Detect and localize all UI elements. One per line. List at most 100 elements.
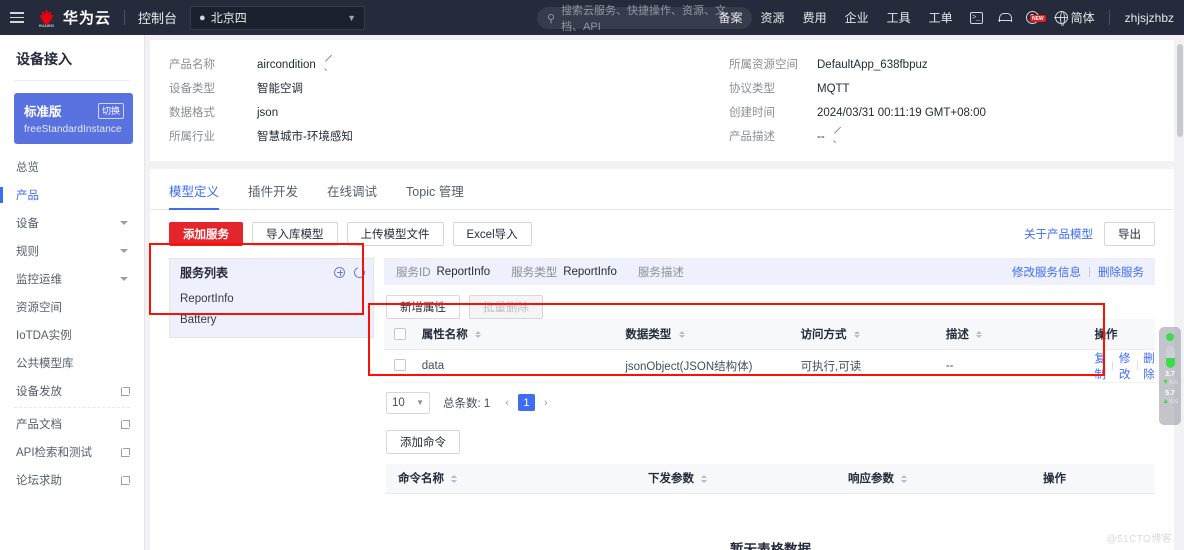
upload-model-file-button[interactable]: 上传模型文件 [347,222,444,246]
page-size-select[interactable]: 10 ▼ [386,392,430,414]
service-type-label: 服务类型 [511,264,557,280]
column-access-mode[interactable]: 访问方式 [789,319,934,349]
service-id-value: ReportInfo [437,266,491,278]
sidebar-item-label: 规则 [16,243,120,259]
sort-icon[interactable] [901,475,907,483]
page-number-1[interactable]: 1 [518,394,535,411]
column-property-name[interactable]: 属性名称 [410,319,614,349]
network-speed-widget[interactable]: 3.7 ▼K/s 5.7 ▲K/s [1159,327,1181,425]
instance-card[interactable]: 标准版 切换 freeStandardInstance [14,93,133,144]
cloudshell-icon[interactable]: >_ [962,12,991,24]
instance-switch-button[interactable]: 切换 [98,103,124,119]
nav-item-resources[interactable]: 资源 [752,9,794,26]
sort-icon[interactable] [976,331,982,339]
about-product-model-link[interactable]: 关于产品模型 [1024,226,1093,242]
sidebar-item-label: 产品 [16,187,144,203]
hamburger-menu-icon[interactable] [0,0,34,35]
external-link-icon [121,420,130,429]
refresh-icon[interactable] [352,265,367,280]
column-label: 属性名称 [422,329,468,341]
sort-icon[interactable] [679,331,685,339]
product-info-left-column: 产品名称 aircondition 设备类型 智能空调 数据格式 json 所属… [169,58,729,145]
sidebar-item-resource-space[interactable]: 资源空间 [0,293,144,321]
sidebar-item-overview[interactable]: 总览 [0,153,144,181]
sidebar-item-device[interactable]: 设备 [0,209,144,237]
add-service-button[interactable]: 添加服务 [169,222,243,246]
delete-service-link[interactable]: 删除服务 [1098,264,1144,280]
sidebar-item-api-explorer[interactable]: API检索和测试 [0,438,144,466]
nav-item-tools[interactable]: 工具 [878,9,920,26]
product-name-value: aircondition [257,58,316,73]
column-response-params[interactable]: 响应参数 [836,464,1031,494]
add-command-button[interactable]: 添加命令 [386,430,460,454]
column-description[interactable]: 描述 [934,319,1083,349]
language-selector[interactable]: 简体 [1047,9,1103,26]
top-header-bar: HUAWEI 华为云 控制台 ● 北京四 ▼ ⚲ 搜索云服务、快捷操作、资源、文… [0,0,1184,35]
copy-property-link[interactable]: 复制 [1095,350,1107,382]
tab-topic-management[interactable]: Topic 管理 [406,169,464,209]
excel-import-button[interactable]: Excel导入 [453,222,532,246]
service-list-item-battery[interactable]: Battery [170,309,373,330]
sidebar-item-iotda-instance[interactable]: IoTDA实例 [0,321,144,349]
select-all-checkbox[interactable] [394,328,406,340]
region-selector[interactable]: ● 北京四 ▼ [190,6,365,30]
sidebar-item-product[interactable]: 产品 [0,181,144,209]
external-link-icon [121,476,130,485]
help-icon[interactable]: ? NEW [1018,11,1047,24]
export-button[interactable]: 导出 [1104,222,1155,246]
user-account-menu[interactable]: zhjsjzhbz [1116,11,1174,25]
sidebar-item-product-docs[interactable]: 产品文档 [0,410,144,438]
chevron-left-icon[interactable]: ‹ [503,397,511,409]
field-value: aircondition [257,58,335,73]
sidebar-item-device-provisioning[interactable]: 设备发放 [0,377,144,405]
sort-icon[interactable] [475,331,481,339]
edit-pencil-icon[interactable] [833,132,844,143]
column-command-name[interactable]: 命令名称 [386,464,636,494]
column-data-type[interactable]: 数据类型 [613,319,788,349]
cell-access-mode: 可执行,可读 [789,349,934,382]
tab-model-definition[interactable]: 模型定义 [169,169,219,209]
sidebar-item-public-model-library[interactable]: 公共模型库 [0,349,144,377]
edit-property-link[interactable]: 修改 [1119,350,1131,382]
page-scrollbar-thumb[interactable] [1177,44,1183,137]
nav-item-enterprise[interactable]: 企业 [836,9,878,26]
delete-property-link[interactable]: 删除 [1143,350,1155,382]
sidebar-item-forum-help[interactable]: 论坛求助 [0,466,144,494]
tab-online-debug[interactable]: 在线调试 [327,169,377,209]
column-label: 操作 [1043,473,1066,485]
column-label: 操作 [1095,329,1118,341]
sidebar-item-label: 产品文档 [16,416,121,432]
console-link[interactable]: 控制台 [138,8,177,27]
field-value: 智慧城市-环境感知 [257,130,353,145]
sidebar-item-rules[interactable]: 规则 [0,237,144,265]
command-section: 添加命令 命令名称 下发参数 [384,414,1155,550]
nav-item-billing[interactable]: 费用 [794,9,836,26]
nav-item-beian[interactable]: 备案 [710,9,752,26]
add-property-button[interactable]: 新增属性 [386,295,460,319]
row-checkbox[interactable] [394,359,406,371]
huawei-cloud-logo[interactable]: HUAWEI 华为云 [36,7,111,28]
tab-plugin-development[interactable]: 插件开发 [248,169,298,209]
product-description-value: -- [817,130,825,145]
sort-icon[interactable] [701,475,707,483]
sidebar-item-monitoring[interactable]: 监控运维 [0,265,144,293]
chevron-right-icon[interactable]: › [542,397,550,409]
sidebar-dashed-divider [14,407,130,408]
external-link-icon [121,387,130,396]
sidebar-item-label: 资源空间 [16,299,144,315]
chevron-down-icon: ▼ [416,398,424,407]
edit-service-link[interactable]: 修改服务信息 [1012,264,1081,280]
column-downlink-params[interactable]: 下发参数 [636,464,836,494]
product-info-row: 协议类型 MQTT [729,82,1129,97]
nav-item-tickets[interactable]: 工单 [920,9,962,26]
import-library-model-button[interactable]: 导入库模型 [252,222,338,246]
notification-bell-icon[interactable] [991,12,1018,24]
sort-icon[interactable] [854,331,860,339]
column-label: 描述 [946,329,969,341]
edit-pencil-icon[interactable] [324,60,335,71]
plus-circle-icon[interactable] [334,267,345,278]
column-label: 命令名称 [398,473,444,485]
service-list-item-reportinfo[interactable]: ReportInfo [170,288,373,309]
field-value: -- [817,130,844,145]
sort-icon[interactable] [451,475,457,483]
